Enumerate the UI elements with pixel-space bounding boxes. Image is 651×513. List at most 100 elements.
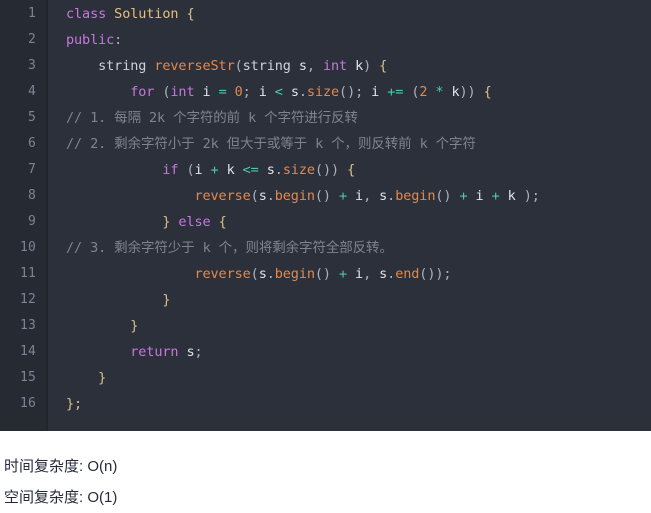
token-var-s: s: [266, 162, 275, 178]
token-comma: ,: [306, 58, 315, 74]
line-number: 4: [27, 84, 36, 99]
token-keyword-if: if: [162, 162, 179, 178]
token-dot: .: [387, 266, 396, 282]
token-number-two: 2: [419, 84, 428, 100]
token-var-i: i: [258, 84, 267, 100]
token-param-s: s: [298, 58, 307, 74]
token-var-k: k: [226, 162, 235, 178]
code-line: return s;: [66, 339, 651, 365]
code-line: class Solution {: [66, 1, 651, 27]
token-method-size: size: [282, 162, 315, 178]
code-line-comment: // 1. 每隔 2k 个字符的前 k 个字符进行反转: [66, 110, 358, 126]
line-number: 10: [19, 240, 36, 255]
token-semicolon: ;: [194, 344, 203, 360]
token-paren: (: [234, 58, 243, 74]
token-paren: ());: [419, 266, 452, 282]
token-var-i: i: [194, 162, 203, 178]
token-function-reverse: reverse: [194, 266, 251, 282]
token-param-k: k: [355, 58, 364, 74]
token-operator-plus: +: [338, 188, 348, 204]
line-number: 12: [19, 292, 36, 307]
token-number-zero: 0: [234, 84, 243, 100]
line-number: 14: [19, 344, 36, 359]
complexity-notes: 时间复杂度: O(n) 空间复杂度: O(1): [0, 431, 651, 513]
token-operator-plus: +: [459, 188, 468, 204]
token-brace: {: [218, 214, 227, 230]
line-number: 3: [27, 58, 36, 73]
line-number: 13: [19, 318, 36, 333]
line-number: 8: [27, 188, 36, 203]
token-paren: (): [314, 188, 331, 204]
token-keyword-for: for: [130, 84, 155, 100]
line-number-gutter: 1 2 3 4 5 6 7 8 9 10 11 12 13 14 15 16: [0, 0, 48, 431]
line-number: 11: [19, 266, 36, 281]
token-keyword-public: public: [66, 32, 115, 48]
token-dot: .: [298, 84, 307, 100]
token-paren: (): [435, 188, 452, 204]
token-var-i: i: [355, 266, 364, 282]
token-paren: (: [250, 266, 259, 282]
token-type-int: int: [170, 84, 195, 100]
token-dot: .: [266, 266, 275, 282]
token-paren: (): [314, 266, 331, 282]
token-semicolon: ;: [242, 84, 251, 100]
token-brace: {: [483, 84, 492, 100]
token-operator-plus: +: [338, 266, 348, 282]
token-method-begin: begin: [395, 188, 436, 204]
token-operator-lt: <: [274, 84, 283, 100]
code-line: public:: [66, 27, 651, 53]
code-line: }: [66, 287, 651, 313]
token-operator-multiply: *: [435, 84, 444, 100]
time-complexity-note: 时间复杂度: O(n): [4, 458, 118, 475]
code-line: }: [66, 365, 651, 391]
token-method-begin: begin: [274, 266, 315, 282]
token-operator-assign: =: [218, 84, 227, 100]
token-var-i: i: [202, 84, 211, 100]
token-type-int: int: [322, 58, 348, 74]
line-number: 9: [27, 214, 36, 229]
token-comma: ,: [363, 188, 372, 204]
token-function-reversestr: reverseStr: [154, 58, 235, 74]
token-class-name: Solution: [114, 6, 179, 22]
line-number: 6: [27, 136, 36, 151]
token-keyword-class: class: [66, 6, 107, 22]
code-line: };: [66, 391, 651, 417]
code-line: string reverseStr(string s, int k) {: [66, 53, 651, 79]
token-var-s: s: [258, 266, 267, 282]
token-var-k: k: [451, 84, 460, 100]
token-method-begin: begin: [274, 188, 315, 204]
token-var-i: i: [355, 188, 364, 204]
token-type-string: string: [98, 58, 147, 74]
token-comma: ,: [363, 266, 372, 282]
token-var-i: i: [371, 84, 380, 100]
line-number: 2: [27, 32, 36, 47]
token-dot: .: [266, 188, 275, 204]
code-line-comment: // 2. 剩余字符小于 2k 但大于或等于 k 个，则反转前 k 个字符: [66, 136, 476, 152]
token-function-reverse: reverse: [194, 188, 251, 204]
code-editor[interactable]: 1 2 3 4 5 6 7 8 9 10 11 12 13 14 15 16 c…: [0, 0, 651, 431]
line-number: 16: [19, 396, 36, 411]
token-dot: .: [387, 188, 396, 204]
line-number: 1: [27, 6, 36, 21]
token-paren: ): [363, 58, 372, 74]
token-var-s: s: [258, 188, 267, 204]
token-type-string-param: string: [242, 58, 291, 74]
token-method-end: end: [395, 266, 420, 282]
line-number: 5: [27, 110, 36, 125]
code-line: reverse(s.begin() + i, s.end());: [66, 261, 651, 287]
code-line: reverse(s.begin() + i, s.begin() + i + k…: [66, 183, 651, 209]
token-paren: );: [523, 188, 540, 204]
code-content[interactable]: class Solution { public: string reverseS…: [48, 0, 651, 431]
token-var-i: i: [475, 188, 484, 204]
token-brace: }: [130, 318, 139, 334]
token-paren: )): [459, 84, 476, 100]
token-brace: };: [66, 396, 83, 412]
token-var-s: s: [290, 84, 299, 100]
token-brace: }: [162, 292, 171, 308]
token-keyword-return: return: [130, 344, 179, 360]
token-brace: {: [186, 6, 195, 22]
token-var-k: k: [507, 188, 516, 204]
code-line: if (i + k <= s.size()) {: [66, 157, 651, 183]
token-var-s: s: [379, 188, 388, 204]
